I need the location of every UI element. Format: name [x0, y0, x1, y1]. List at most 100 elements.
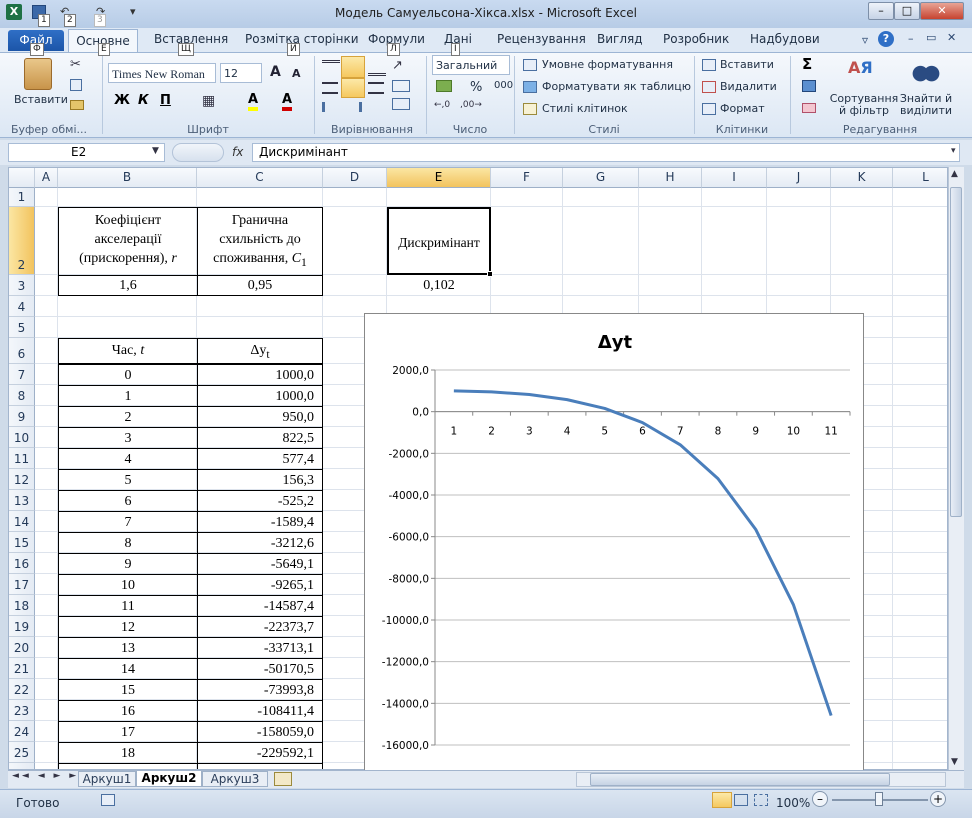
row-header-22[interactable]: 22: [9, 679, 35, 700]
wrap-text-icon[interactable]: [392, 80, 410, 92]
format-as-table-button[interactable]: Форматувати як таблицю: [542, 80, 691, 93]
time-cell[interactable]: 0: [58, 364, 198, 386]
align-center-icon[interactable]: [341, 78, 365, 98]
paste-button[interactable]: Вставити: [14, 93, 68, 106]
param-value-c1[interactable]: 0,95: [197, 275, 323, 296]
row-header-8[interactable]: 8: [9, 385, 35, 406]
row-header-24[interactable]: 24: [9, 721, 35, 742]
column-header-e[interactable]: E: [387, 168, 491, 188]
borders-icon[interactable]: ▦: [202, 93, 215, 109]
zoom-out-button[interactable]: –: [812, 791, 828, 807]
page-break-view-icon[interactable]: [754, 794, 768, 806]
dy-cell[interactable]: 1000,0: [197, 385, 323, 407]
format-cells-button[interactable]: Формат: [720, 102, 765, 115]
time-cell[interactable]: 13: [58, 637, 198, 659]
dy-cell[interactable]: 156,3: [197, 469, 323, 491]
time-cell[interactable]: 18: [58, 742, 198, 764]
insert-sheet-icon[interactable]: [274, 772, 292, 786]
align-bottom-icon[interactable]: [368, 60, 386, 76]
sheet-tab-2[interactable]: Аркуш2: [136, 771, 202, 787]
row-header-20[interactable]: 20: [9, 637, 35, 658]
column-header-b[interactable]: B: [58, 168, 197, 188]
name-box-dropdown-icon[interactable]: ▼: [152, 146, 159, 156]
time-cell[interactable]: 16: [58, 700, 198, 722]
minimize-ribbon-icon[interactable]: ▿: [862, 33, 868, 47]
align-left-icon[interactable]: [322, 82, 338, 94]
formula-input[interactable]: Дискримінант: [252, 143, 960, 162]
cell-styles-button[interactable]: Стилі клітинок: [542, 102, 628, 115]
row-header-4[interactable]: 4: [9, 296, 35, 317]
row-header-16[interactable]: 16: [9, 553, 35, 574]
tab-page-layout[interactable]: Розмітка сторінки: [245, 32, 359, 46]
tab-view[interactable]: Вигляд: [597, 32, 643, 46]
scroll-down-icon[interactable]: ▼: [951, 757, 958, 767]
time-cell[interactable]: 12: [58, 616, 198, 638]
shrink-font-icon[interactable]: A: [292, 67, 301, 80]
row-header-11[interactable]: 11: [9, 448, 35, 469]
param-header-b[interactable]: Коефіцієнт акселерації (прискорення), r: [58, 207, 198, 276]
row-header-1[interactable]: 1: [9, 188, 35, 207]
bold-button[interactable]: Ж: [114, 93, 130, 108]
time-cell[interactable]: 17: [58, 721, 198, 743]
align-right-icon[interactable]: [368, 82, 384, 94]
decrease-indent-icon[interactable]: [322, 102, 338, 112]
increase-indent-icon[interactable]: [346, 102, 362, 112]
format-painter-icon[interactable]: [70, 100, 84, 110]
zoom-in-button[interactable]: +: [930, 791, 946, 807]
column-header-k[interactable]: K: [831, 168, 893, 188]
doc-minimize-icon[interactable]: –: [908, 32, 914, 45]
tab-developer[interactable]: Розробник: [663, 32, 729, 46]
horizontal-scroll-thumb[interactable]: [590, 773, 890, 786]
font-color-icon[interactable]: A: [282, 92, 293, 111]
dy-cell[interactable]: -1589,4: [197, 511, 323, 533]
doc-close-icon[interactable]: ✕: [947, 31, 956, 44]
select-all-corner[interactable]: [9, 168, 35, 188]
align-top-icon[interactable]: [322, 60, 340, 76]
insert-cells-button[interactable]: Вставити: [720, 58, 774, 71]
row-header-17[interactable]: 17: [9, 574, 35, 595]
copy-icon[interactable]: [70, 79, 82, 91]
time-cell[interactable]: 10: [58, 574, 198, 596]
insert-function-icon[interactable]: fx: [232, 145, 243, 159]
clear-icon[interactable]: [802, 103, 816, 113]
row-header-25[interactable]: 25: [9, 742, 35, 763]
italic-button[interactable]: К: [138, 93, 149, 108]
number-format-select[interactable]: Загальний: [432, 55, 510, 75]
time-cell[interactable]: 15: [58, 679, 198, 701]
minimize-button[interactable]: –: [868, 2, 894, 20]
dy-cell[interactable]: 1000,0: [197, 364, 323, 386]
sort-filter-button[interactable]: Сортування й фільтр: [828, 93, 900, 117]
align-middle-icon[interactable]: [341, 56, 365, 78]
percent-button[interactable]: %: [470, 80, 482, 95]
row-header-13[interactable]: 13: [9, 490, 35, 511]
dy-cell[interactable]: -9265,1: [197, 574, 323, 596]
grow-font-icon[interactable]: A: [270, 64, 281, 80]
row-header-26[interactable]: 26: [9, 763, 35, 769]
row-header-18[interactable]: 18: [9, 595, 35, 616]
delete-cells-button[interactable]: Видалити: [720, 80, 777, 93]
conditional-format-button[interactable]: Умовне форматування: [542, 58, 673, 71]
help-icon[interactable]: ?: [878, 31, 894, 47]
dy-cell[interactable]: -5649,1: [197, 553, 323, 575]
dy-cell[interactable]: -50170,5: [197, 658, 323, 680]
dy-cell[interactable]: -3212,6: [197, 532, 323, 554]
time-cell[interactable]: 8: [58, 532, 198, 554]
time-cell[interactable]: 4: [58, 448, 198, 470]
time-cell[interactable]: 11: [58, 595, 198, 617]
zoom-slider-thumb[interactable]: [875, 792, 883, 806]
row-header-10[interactable]: 10: [9, 427, 35, 448]
time-cell[interactable]: 19: [58, 763, 198, 769]
time-cell[interactable]: 7: [58, 511, 198, 533]
currency-icon[interactable]: [436, 80, 452, 92]
row-header-5[interactable]: 5: [9, 317, 35, 338]
row-header-6[interactable]: 6: [9, 338, 35, 364]
time-cell[interactable]: 5: [58, 469, 198, 491]
sheet-tab-1[interactable]: Аркуш1: [78, 771, 136, 787]
dy-cell[interactable]: -158059,0: [197, 721, 323, 743]
paste-icon[interactable]: [24, 58, 52, 90]
row-header-3[interactable]: 3: [9, 275, 35, 296]
param-header-c[interactable]: Гранична схильність до споживання, C1: [197, 207, 323, 276]
row-header-23[interactable]: 23: [9, 700, 35, 721]
dy-cell[interactable]: 950,0: [197, 406, 323, 428]
time-cell[interactable]: 9: [58, 553, 198, 575]
